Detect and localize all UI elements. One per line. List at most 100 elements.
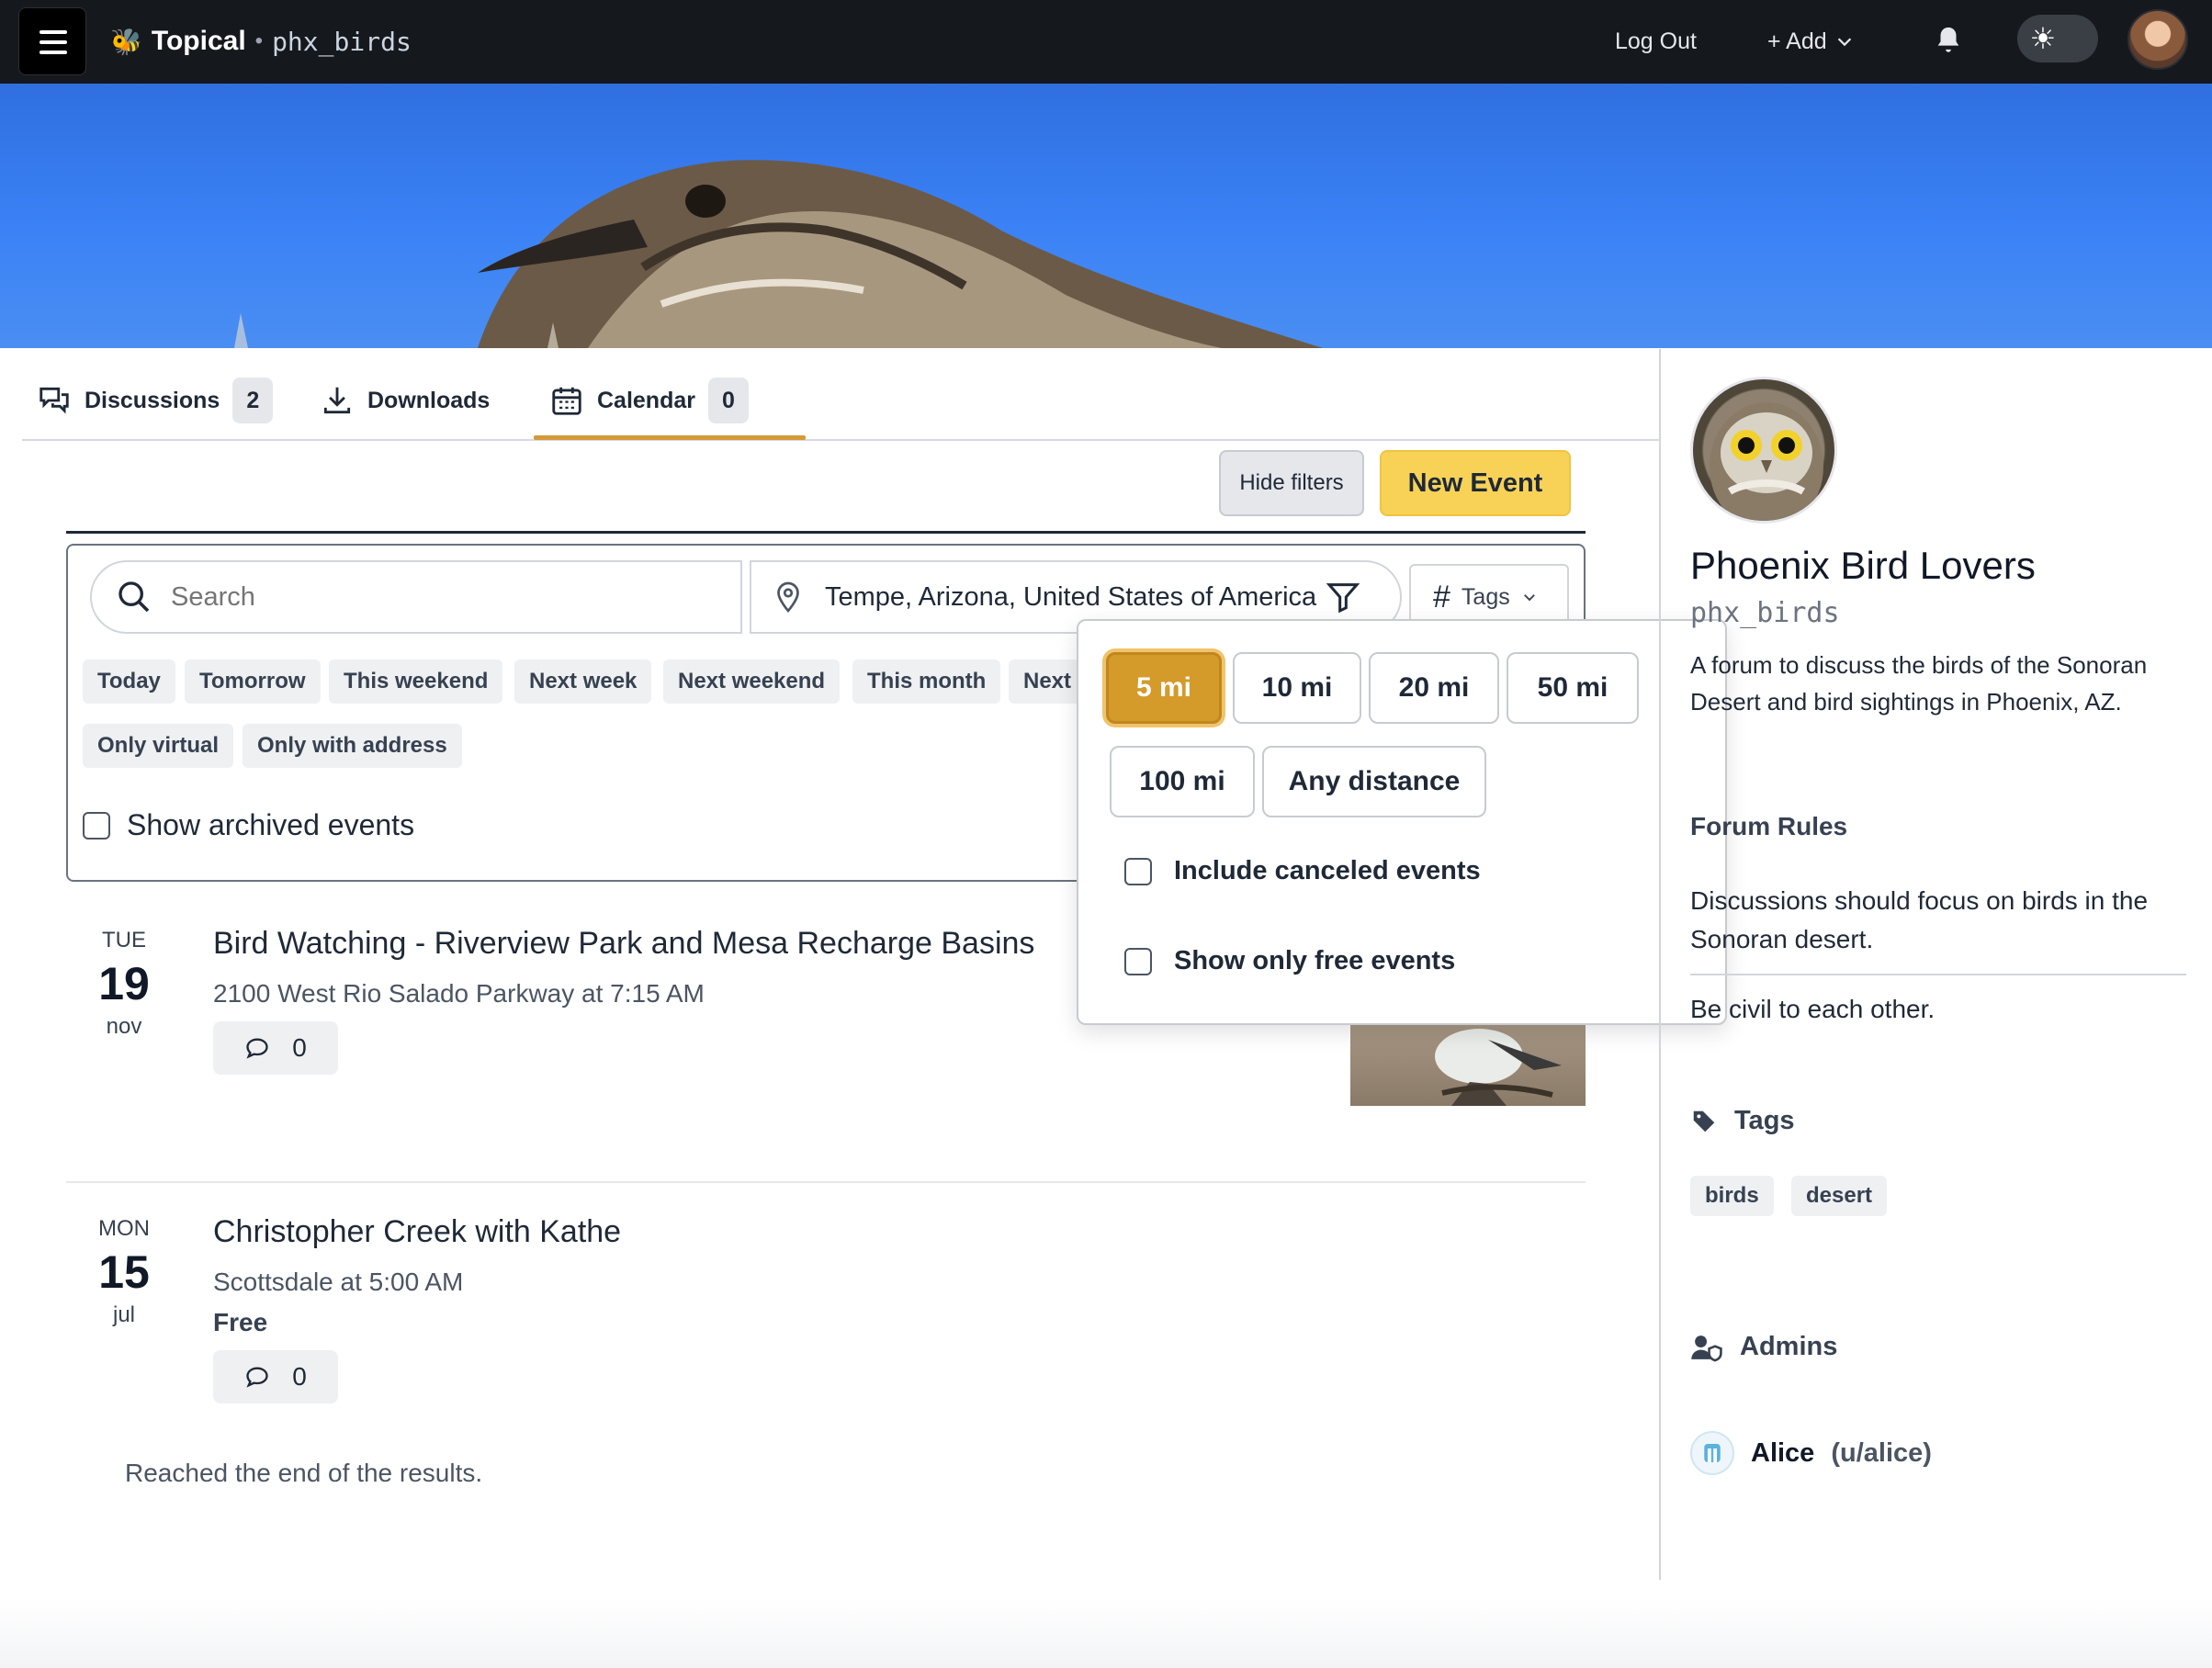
theme-toggle[interactable]: ☀ xyxy=(2017,15,2098,62)
chip-next-week[interactable]: Next week xyxy=(514,659,652,704)
bird-banner-illustration xyxy=(234,160,1323,348)
forum-description: A forum to discuss the birds of the Sono… xyxy=(1690,651,2148,716)
search-icon xyxy=(118,581,150,613)
forum-tabs: Discussions 2 Downloads Calendar 0 xyxy=(22,349,1661,441)
event-date: TUE 19 nov xyxy=(83,928,165,1040)
search-field[interactable] xyxy=(90,560,742,634)
tag-pill-desert[interactable]: desert xyxy=(1791,1176,1888,1216)
forum-rules-label: Forum Rules xyxy=(1690,812,1848,840)
include-canceled-checkbox[interactable] xyxy=(1124,857,1152,885)
forum-avatar-image xyxy=(1690,377,1837,524)
event-separator xyxy=(66,1181,1586,1183)
brand-separator: • xyxy=(254,28,264,53)
distance-option-5mi[interactable]: 5 mi xyxy=(1106,652,1222,724)
chevron-down-icon xyxy=(1837,38,1851,47)
admin-avatar xyxy=(1690,1431,1734,1475)
chip-this-month[interactable]: This month xyxy=(852,659,1001,704)
event-title[interactable]: Bird Watching - Riverview Park and Mesa … xyxy=(213,926,1034,962)
tags-icon xyxy=(1693,1110,1715,1132)
tab-downloads[interactable]: Downloads xyxy=(320,377,490,424)
bell-icon[interactable] xyxy=(1933,24,1964,57)
event-comments-button[interactable]: 0 xyxy=(213,1021,338,1075)
add-label: + Add xyxy=(1767,28,1827,54)
tags-heading-label: Tags xyxy=(1734,1106,1795,1135)
map-pin-icon xyxy=(777,581,799,614)
distance-option-50mi[interactable]: 50 mi xyxy=(1507,652,1639,724)
distance-option-100mi[interactable]: 100 mi xyxy=(1110,746,1255,817)
only-free-row[interactable]: Show only free events xyxy=(1124,946,1455,976)
sidebar-forum-handle: phx_birds xyxy=(1690,597,1840,629)
app-name: Topical xyxy=(151,26,246,56)
chip-only-virtual[interactable]: Only virtual xyxy=(83,724,234,768)
event-comments-button[interactable]: 0 xyxy=(213,1350,338,1403)
chip-this-weekend[interactable]: This weekend xyxy=(329,659,503,704)
sidebar-divider xyxy=(1659,349,1661,1580)
admin-entry[interactable]: Alice (u/alice) xyxy=(1690,1431,1932,1475)
forum-rules-heading: Forum Rules xyxy=(1690,812,1847,841)
chip-next-weekend[interactable]: Next weekend xyxy=(663,659,841,704)
admin-username: (u/alice) xyxy=(1831,1437,1932,1468)
chip-tomorrow[interactable]: Tomorrow xyxy=(185,659,321,704)
show-archived-checkbox[interactable] xyxy=(83,811,110,840)
filter-divider xyxy=(66,531,1586,534)
comment-icon xyxy=(246,1038,268,1059)
distance-option-20mi[interactable]: 20 mi xyxy=(1369,652,1499,724)
show-archived-checkbox-row[interactable]: Show archived events xyxy=(83,808,414,842)
tab-calendar-count: 0 xyxy=(707,378,749,423)
top-navbar: 🐝 Topical • phx_birds Log Out + Add ☀ xyxy=(0,0,2212,84)
event-month: nov xyxy=(106,1014,142,1039)
distance-option-any[interactable]: Any distance xyxy=(1262,746,1486,817)
event-dow: TUE xyxy=(102,928,146,952)
tab-discussions-count: 2 xyxy=(232,378,274,423)
include-canceled-label: Include canceled events xyxy=(1174,856,1481,885)
event-comment-count: 0 xyxy=(292,1033,307,1062)
bird-thumbnail-illustration xyxy=(1435,1029,1562,1106)
user-shield-icon xyxy=(1691,1335,1722,1361)
location-value: Tempe, Arizona, United States of America xyxy=(825,581,1317,612)
brand[interactable]: 🐝 Topical • phx_birds xyxy=(110,20,412,62)
hide-filters-button[interactable]: Hide filters xyxy=(1219,450,1364,516)
only-free-label: Show only free events xyxy=(1174,946,1456,975)
chip-next-month[interactable]: Next xyxy=(1009,659,1087,704)
event-location-time: Scottsdale at 5:00 AM xyxy=(213,1268,464,1296)
event-month: jul xyxy=(112,1302,135,1327)
rule-separator xyxy=(1690,974,2186,975)
forum-rule: Be civil to each other. xyxy=(1690,995,1936,1023)
tab-calendar[interactable]: Calendar 0 xyxy=(549,377,749,424)
calendar-icon xyxy=(552,387,581,415)
tab-calendar-label: Calendar xyxy=(597,387,695,413)
tags-dropdown-label: Tags xyxy=(1461,583,1510,610)
chat-bubbles-icon xyxy=(40,387,69,414)
include-canceled-row[interactable]: Include canceled events xyxy=(1124,856,1481,886)
forum-handle: phx_birds xyxy=(272,26,412,57)
event-thumbnail-image[interactable] xyxy=(1350,1020,1586,1106)
event-day: 15 xyxy=(98,1246,150,1298)
event-price: Free xyxy=(213,1308,268,1336)
user-avatar[interactable] xyxy=(2127,9,2188,70)
forum-title: Phoenix Bird Lovers xyxy=(1690,544,2036,587)
hamburger-menu-button[interactable] xyxy=(18,7,86,75)
tab-discussions[interactable]: Discussions 2 xyxy=(37,377,274,424)
distance-filter-popup: 5 mi 10 mi 20 mi 50 mi 100 mi Any distan… xyxy=(1077,619,1727,1025)
active-tab-indicator xyxy=(534,435,806,440)
chevron-down-icon xyxy=(1523,594,1535,602)
only-free-checkbox[interactable] xyxy=(1124,947,1152,975)
tag-pill-birds[interactable]: birds xyxy=(1690,1176,1774,1216)
event-title[interactable]: Christopher Creek with Kathe xyxy=(213,1214,621,1250)
tab-discussions-label: Discussions xyxy=(85,387,220,413)
event-dow: MON xyxy=(98,1216,150,1241)
hashtag-icon: # xyxy=(1433,579,1450,614)
logout-link[interactable]: Log Out xyxy=(1615,20,1697,62)
distance-option-10mi[interactable]: 10 mi xyxy=(1233,652,1361,724)
bee-logo-icon: 🐝 xyxy=(110,27,142,56)
filter-funnel-icon[interactable] xyxy=(1325,579,1361,615)
bottom-fade xyxy=(0,1598,2212,1668)
chip-only-with-address[interactable]: Only with address xyxy=(243,724,462,768)
forum-rule: Discussions should focus on birds in the… xyxy=(1690,886,2149,953)
add-menu-button[interactable]: + Add xyxy=(1767,20,1855,62)
robot-avatar-icon xyxy=(1704,1444,1721,1462)
chip-today[interactable]: Today xyxy=(83,659,175,704)
new-event-button[interactable]: New Event xyxy=(1380,450,1571,516)
search-input[interactable] xyxy=(171,581,685,613)
tags-heading: Tags xyxy=(1690,1106,1795,1136)
